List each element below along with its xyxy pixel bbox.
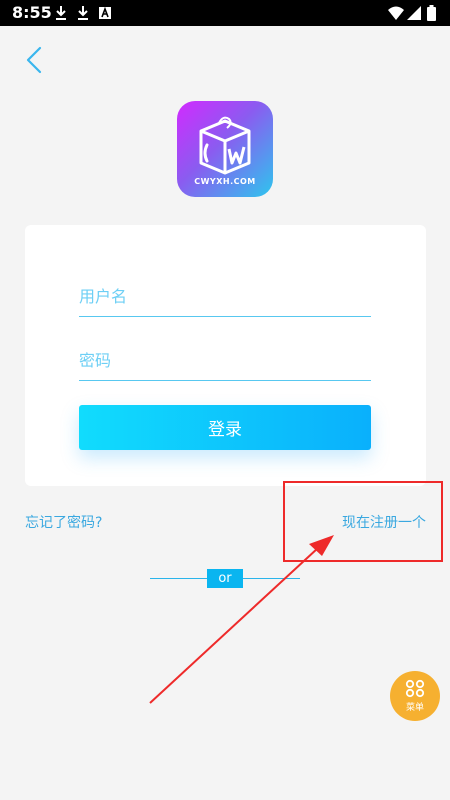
grid-icon [405,679,425,698]
wifi-icon [388,6,404,20]
or-badge: or [207,569,243,588]
login-button[interactable]: 登录 [79,405,371,450]
annotation-highlight-box [283,481,443,562]
signal-icon [407,6,421,20]
divider-line-left [150,578,207,579]
logo-text: CWYXH.COM [194,177,256,186]
app-logo: CWYXH.COM [177,101,273,197]
password-input[interactable] [79,341,371,380]
menu-fab-label: 菜单 [405,703,424,713]
download-icon [78,6,88,20]
download-icon [56,6,66,20]
login-card: 登录 [25,225,426,486]
status-time: 8:55 [12,3,52,22]
username-field[interactable] [79,277,371,317]
login-screen: 8:55 CWYXH.COM 用户名 登录 忘记了密码? 现在注册一个 or 菜… [0,0,450,800]
password-field[interactable] [79,341,371,381]
divider-line-right [243,578,300,579]
status-bar: 8:55 [0,0,450,26]
forgot-password-link[interactable]: 忘记了密码? [25,512,102,532]
a-icon [99,6,111,19]
chevron-left-icon [26,46,42,74]
username-input[interactable] [79,277,371,316]
back-button[interactable] [22,44,48,76]
battery-icon [427,5,436,21]
menu-fab-button[interactable]: 菜单 [390,671,440,721]
